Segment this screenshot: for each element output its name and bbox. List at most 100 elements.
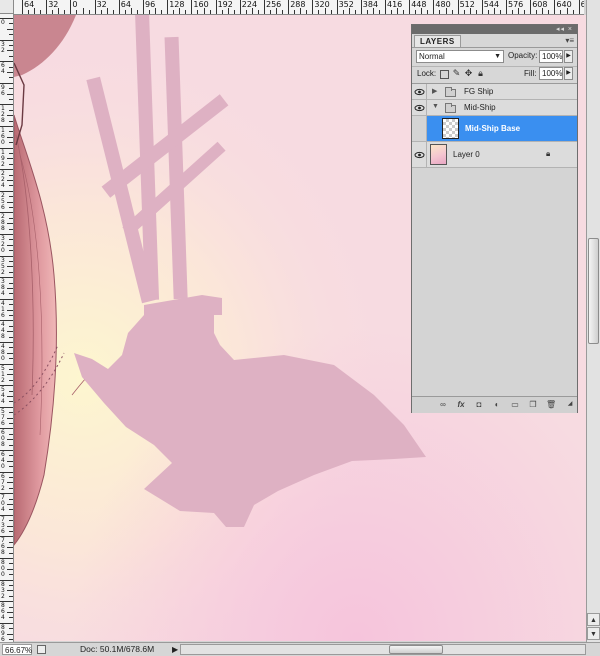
blend-mode-dropdown[interactable]: Normal ▼	[416, 50, 504, 63]
vertical-scroll-thumb[interactable]	[588, 238, 599, 344]
collapse-triangle-icon[interactable]: ▼	[432, 103, 439, 110]
ruler-tick	[385, 0, 386, 14]
ruler-minor-tick	[9, 217, 13, 219]
ruler-minor-tick	[9, 271, 13, 273]
ruler-minor-tick	[136, 10, 138, 14]
ruler-minor-tick	[9, 207, 13, 208]
ruler-label: 64	[120, 0, 131, 9]
ruler-tick	[143, 0, 144, 14]
ruler-minor-tick	[9, 466, 13, 468]
ruler-minor-tick	[52, 10, 54, 14]
ruler-minor-tick	[7, 504, 13, 505]
fill-slider-arrow-icon[interactable]: ▶	[564, 67, 573, 80]
ruler-minor-tick	[9, 498, 13, 500]
opacity-label: Opacity:	[508, 51, 538, 60]
ruler-minor-tick	[366, 10, 368, 14]
layer-row-mid-ship-base[interactable]: Mid-Ship Base	[412, 116, 577, 142]
ruler-label: 160	[1, 127, 5, 146]
ruler-label: 64	[1, 62, 5, 76]
opacity-field[interactable]: 100%	[539, 50, 563, 63]
ruler-minor-tick	[9, 585, 13, 586]
scroll-down-arrow-icon[interactable]: ▼	[587, 627, 600, 640]
visibility-toggle[interactable]	[412, 84, 427, 99]
panel-menu-icon[interactable]: ▾≡	[565, 36, 574, 45]
link-icon[interactable]: ∞	[438, 400, 448, 409]
ruler-minor-tick	[7, 180, 13, 181]
ruler-minor-tick	[7, 115, 13, 117]
ruler-label: 256	[266, 0, 282, 9]
ruler-minor-tick	[209, 10, 211, 14]
horizontal-ruler[interactable]: 64 32 0 32 64 96 128 160 192 224 256 288 320 352 384 41…	[14, 0, 584, 15]
ruler-minor-tick	[7, 547, 13, 549]
ruler-minor-tick	[403, 10, 405, 14]
lock-all-icon[interactable]: 🔒︎	[476, 69, 485, 78]
ruler-minor-tick	[9, 55, 13, 57]
ruler-minor-tick	[306, 10, 308, 14]
lock-transparent-pixels-icon[interactable]	[440, 70, 449, 79]
ruler-minor-tick	[7, 50, 13, 52]
ruler-minor-tick	[88, 10, 90, 14]
vertical-ruler[interactable]: 0 32 64 96 128 160 192 224 256 288 320 352 384 416 448…	[0, 14, 14, 642]
opacity-slider-arrow-icon[interactable]: ▶	[564, 50, 573, 63]
ruler-tick	[22, 0, 23, 14]
ruler-minor-tick	[524, 10, 526, 14]
ruler-tick	[578, 0, 580, 14]
expand-triangle-icon[interactable]: ▶	[432, 87, 437, 95]
ruler-minor-tick	[7, 93, 13, 95]
fx-icon[interactable]: fx	[456, 400, 466, 409]
mask-icon[interactable]: ◘	[474, 400, 484, 409]
lock-position-icon[interactable]: ✥	[464, 69, 473, 78]
ruler-tick	[433, 0, 435, 14]
layers-panel: ◂◂ × LAYERS ▾≡ Normal ▼ Opacity: 100% ▶ …	[411, 24, 578, 413]
ruler-minor-tick	[9, 412, 13, 414]
horizontal-scrollbar[interactable]	[180, 644, 586, 655]
ruler-minor-tick	[7, 331, 13, 333]
ruler-minor-tick	[40, 10, 42, 14]
ruler-minor-tick	[9, 120, 13, 122]
ruler-minor-tick	[245, 10, 247, 14]
ruler-label: 192	[1, 148, 5, 168]
visibility-toggle[interactable]	[412, 116, 427, 141]
vertical-scrollbar[interactable]: ▲ ▼	[586, 0, 600, 642]
ruler-label: 672	[1, 472, 5, 492]
ruler-label: 608	[1, 429, 5, 449]
new-layer-icon[interactable]: ❐	[528, 400, 538, 409]
ruler-label: 864	[1, 602, 5, 622]
layer-row-mid-ship[interactable]: ▼ Mid-Ship	[412, 100, 577, 116]
ruler-label: 704	[1, 494, 5, 514]
collapse-close-icons[interactable]: ◂◂ ×	[556, 26, 577, 33]
ruler-minor-tick	[9, 131, 13, 133]
ruler-minor-tick	[100, 10, 102, 14]
layer-row-fg-ship[interactable]: ▶ FG Ship	[412, 84, 577, 100]
ruler-minor-tick	[9, 563, 13, 565]
ruler-minor-tick	[7, 158, 13, 160]
visibility-toggle[interactable]	[412, 100, 427, 115]
status-menu-arrow-icon[interactable]: ▶	[172, 644, 178, 655]
resize-grip-icon[interactable]: ◢	[565, 400, 575, 409]
ruler-label: 800	[1, 559, 5, 578]
ruler-origin[interactable]	[0, 0, 14, 14]
lock-image-pixels-icon[interactable]: ✎	[452, 69, 461, 78]
ruler-tick	[336, 0, 338, 14]
ruler-minor-tick	[7, 590, 13, 592]
ruler-label: 224	[241, 0, 258, 9]
lock-label: Lock:	[417, 69, 437, 78]
zoom-level-field[interactable]: 66.67%	[2, 644, 32, 655]
ruler-label: 384	[362, 0, 379, 9]
horizontal-scroll-thumb[interactable]	[389, 645, 443, 654]
visibility-toggle[interactable]	[412, 142, 427, 167]
scroll-up-arrow-icon[interactable]: ▲	[587, 613, 600, 626]
document-status-icon[interactable]	[37, 645, 46, 654]
fill-field[interactable]: 100%	[539, 67, 563, 80]
adjustment-icon[interactable]: ◐	[492, 400, 502, 409]
ruler-minor-tick	[9, 347, 13, 349]
group-icon[interactable]: ▭	[510, 400, 520, 409]
ruler-minor-tick	[7, 288, 13, 289]
trash-icon[interactable]: 🗑︎	[546, 400, 556, 409]
ruler-minor-tick	[155, 8, 157, 14]
ruler-minor-tick	[7, 201, 13, 203]
ruler-label: 224	[1, 170, 5, 190]
layer-row-layer-0[interactable]: Layer 0 🔒︎	[412, 142, 577, 168]
ruler-minor-tick	[9, 88, 13, 90]
panel-titlebar[interactable]: ◂◂ ×	[412, 25, 577, 34]
